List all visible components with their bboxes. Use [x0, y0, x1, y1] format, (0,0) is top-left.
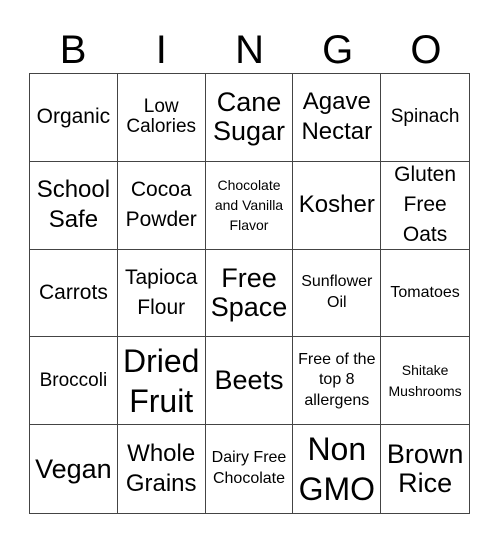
bingo-cell[interactable]: School Safe [30, 161, 118, 250]
bingo-cell[interactable]: Agave Nectar [293, 74, 382, 162]
bingo-cell[interactable]: Tapioca Flour [117, 249, 206, 338]
bingo-cell[interactable]: Whole Grains [118, 425, 206, 513]
bingo-cell[interactable]: Broccoli [30, 337, 118, 426]
bingo-cell[interactable]: Vegan [30, 425, 118, 513]
bingo-cell[interactable]: Cane Sugar [205, 74, 294, 162]
bingo-cell[interactable]: Shitake Mushrooms [381, 337, 469, 426]
bingo-cell[interactable]: Cocoa Powder [117, 161, 206, 250]
bingo-cell[interactable]: Chocolate and Vanilla Flavor [205, 161, 294, 250]
bingo-cell[interactable]: Organic [30, 74, 118, 162]
bingo-header: B I N G O [29, 28, 470, 72]
bingo-card-grid: Organic Low Calories Cane Sugar Agave Ne… [29, 73, 470, 514]
bingo-cell[interactable]: Beets [205, 337, 294, 426]
header-letter-o: O [410, 28, 442, 72]
bingo-cell[interactable]: Dairy Free Chocolate [206, 425, 294, 513]
bingo-cell[interactable]: Non GMO [293, 425, 382, 513]
bingo-cell-free-space[interactable]: Free Space [205, 249, 294, 338]
bingo-cell[interactable]: Dried Fruit [117, 337, 206, 426]
header-letter-b: B [59, 28, 87, 72]
header-letter-n: N [235, 28, 264, 72]
bingo-cell[interactable]: Low Calories [117, 74, 206, 162]
bingo-cell[interactable]: Free of the top 8 allergens [293, 337, 382, 426]
bingo-cell[interactable]: Spinach [381, 74, 469, 162]
bingo-cell[interactable]: Carrots [30, 249, 118, 338]
bingo-cell[interactable]: Gluten Free Oats [381, 162, 469, 250]
bingo-cell[interactable]: Kosher [293, 161, 382, 250]
header-letter-i: I [155, 28, 167, 72]
bingo-cell[interactable]: Tomatoes [381, 250, 469, 338]
header-letter-g: G [322, 28, 354, 72]
bingo-cell[interactable]: Sunflower Oil [293, 249, 382, 338]
bingo-cell[interactable]: Brown Rice [381, 425, 469, 513]
